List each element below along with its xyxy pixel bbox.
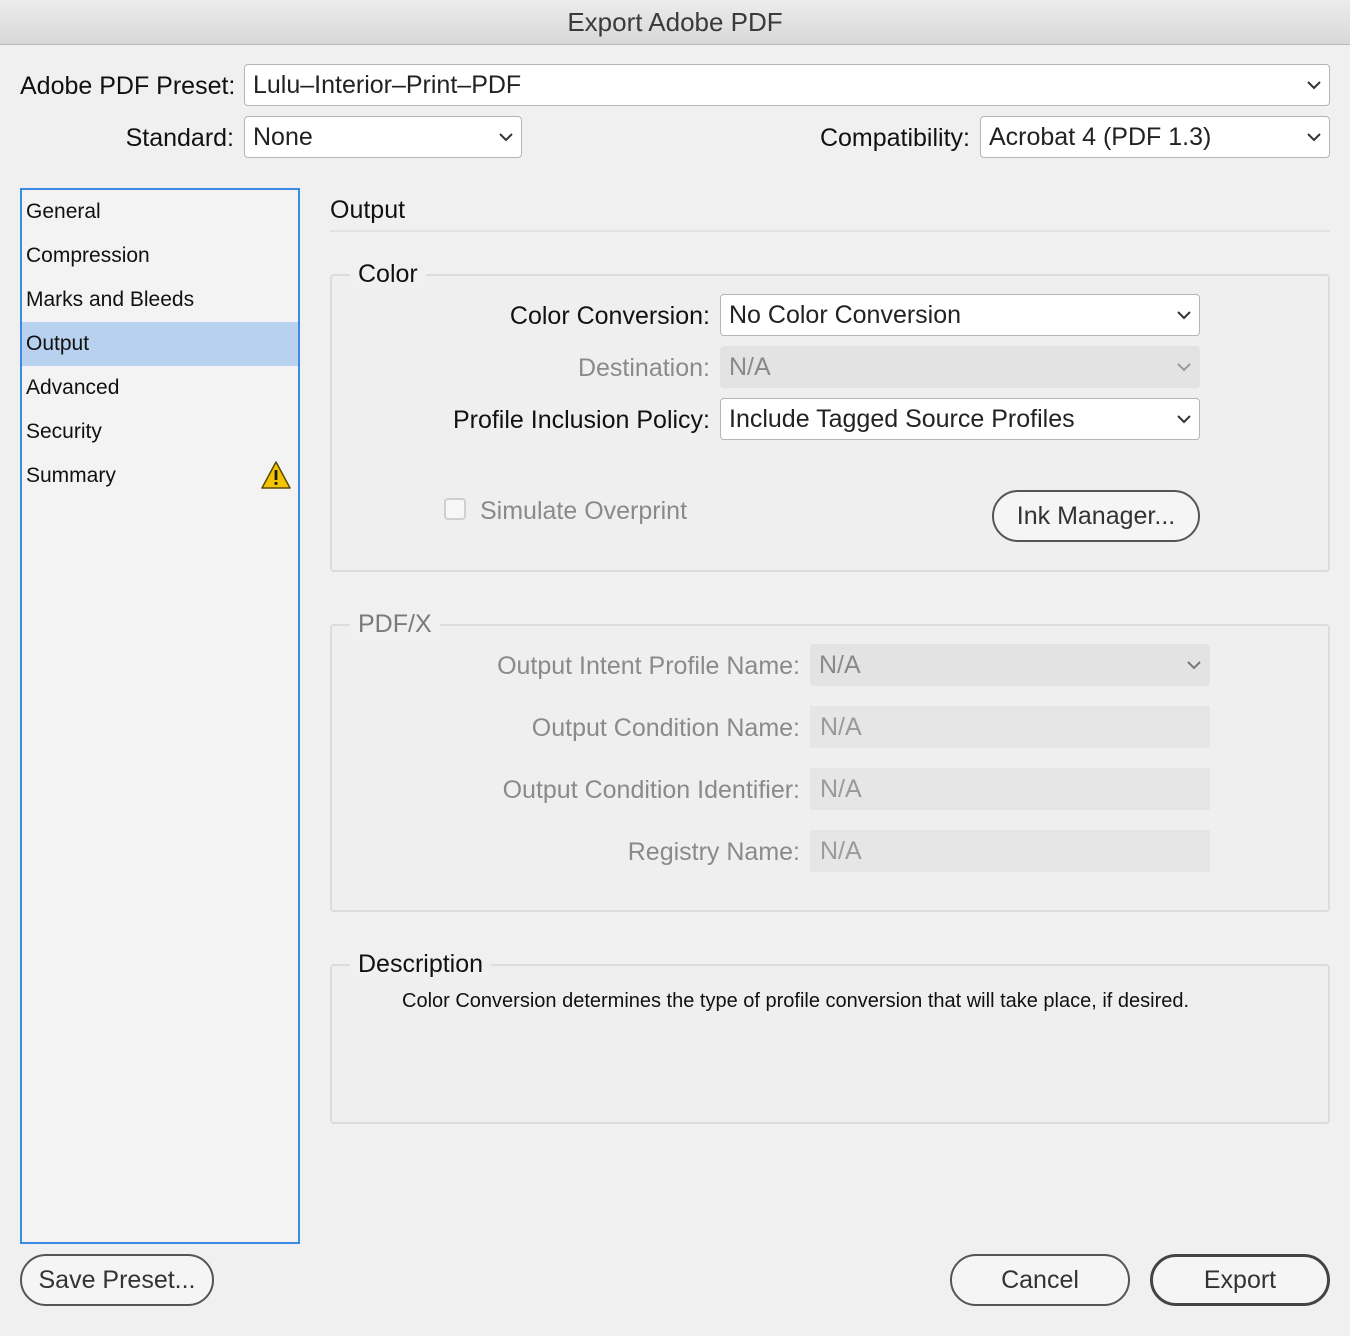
chevron-down-icon: [491, 117, 521, 157]
export-button[interactable]: Export: [1150, 1254, 1330, 1306]
simulate-overprint-checkbox: [444, 498, 466, 520]
chevron-down-icon: [1179, 645, 1209, 685]
output-condition-name-label: Output Condition Name:: [531, 714, 800, 742]
destination-value: N/A: [729, 352, 771, 381]
category-list: General Compression Marks and Bleeds Out…: [20, 188, 300, 1244]
sidebar-item-label: Summary: [26, 464, 116, 487]
output-condition-identifier-label: Output Condition Identifier:: [502, 776, 800, 804]
pdfx-group-legend: PDF/X: [350, 608, 440, 640]
ink-manager-button[interactable]: Ink Manager...: [992, 490, 1200, 542]
color-conversion-value: No Color Conversion: [729, 300, 962, 329]
output-intent-value: N/A: [819, 650, 861, 679]
sidebar-item-security[interactable]: Security: [22, 410, 298, 454]
profile-inclusion-select[interactable]: Include Tagged Source Profiles: [720, 398, 1200, 440]
window-title-bar: Export Adobe PDF: [0, 0, 1350, 45]
chevron-down-icon: [1169, 295, 1199, 335]
save-preset-button[interactable]: Save Preset...: [20, 1254, 214, 1306]
warning-triangle-icon: [261, 461, 291, 489]
destination-label: Destination:: [577, 354, 710, 382]
standard-label: Standard:: [125, 124, 234, 152]
output-condition-name-field: N/A: [810, 706, 1210, 748]
chevron-down-icon: [1169, 347, 1199, 387]
profile-inclusion-label: Profile Inclusion Policy:: [452, 406, 710, 434]
standard-select[interactable]: None: [244, 116, 522, 158]
color-group-legend: Color: [350, 258, 426, 290]
compatibility-select[interactable]: Acrobat 4 (PDF 1.3): [980, 116, 1330, 158]
color-conversion-label: Color Conversion:: [509, 302, 710, 330]
output-intent-label: Output Intent Profile Name:: [497, 652, 800, 680]
sidebar-item-output[interactable]: Output: [22, 322, 298, 366]
preset-label: Adobe PDF Preset:: [20, 72, 236, 100]
cancel-button[interactable]: Cancel: [950, 1254, 1130, 1306]
preset-value: Lulu–Interior–Print–PDF: [253, 70, 522, 99]
compatibility-label: Compatibility:: [819, 124, 970, 152]
registry-name-label: Registry Name:: [627, 838, 800, 866]
panel-title-divider: [330, 230, 1330, 232]
color-conversion-select[interactable]: No Color Conversion: [720, 294, 1200, 336]
sidebar-item-summary[interactable]: Summary: [22, 454, 298, 498]
compatibility-value: Acrobat 4 (PDF 1.3): [989, 122, 1212, 151]
chevron-down-icon: [1169, 399, 1199, 439]
sidebar-item-advanced[interactable]: Advanced: [22, 366, 298, 410]
sidebar-item-compression[interactable]: Compression: [22, 234, 298, 278]
profile-inclusion-value: Include Tagged Source Profiles: [729, 404, 1075, 433]
description-group-legend: Description: [350, 948, 492, 980]
panel-title: Output: [330, 196, 406, 224]
chevron-down-icon: [1299, 117, 1329, 157]
preset-select[interactable]: Lulu–Interior–Print–PDF: [244, 64, 1330, 106]
output-intent-select: N/A: [810, 644, 1210, 686]
simulate-overprint-label: Simulate Overprint: [480, 497, 688, 525]
description-text: Color Conversion determines the type of …: [402, 990, 1190, 1012]
output-condition-identifier-field: N/A: [810, 768, 1210, 810]
destination-select: N/A: [720, 346, 1200, 388]
registry-name-field: N/A: [810, 830, 1210, 872]
window-title: Export Adobe PDF: [567, 7, 783, 37]
sidebar-item-general[interactable]: General: [22, 190, 298, 234]
sidebar-item-marks-and-bleeds[interactable]: Marks and Bleeds: [22, 278, 298, 322]
chevron-down-icon: [1299, 65, 1329, 105]
standard-value: None: [253, 122, 313, 151]
